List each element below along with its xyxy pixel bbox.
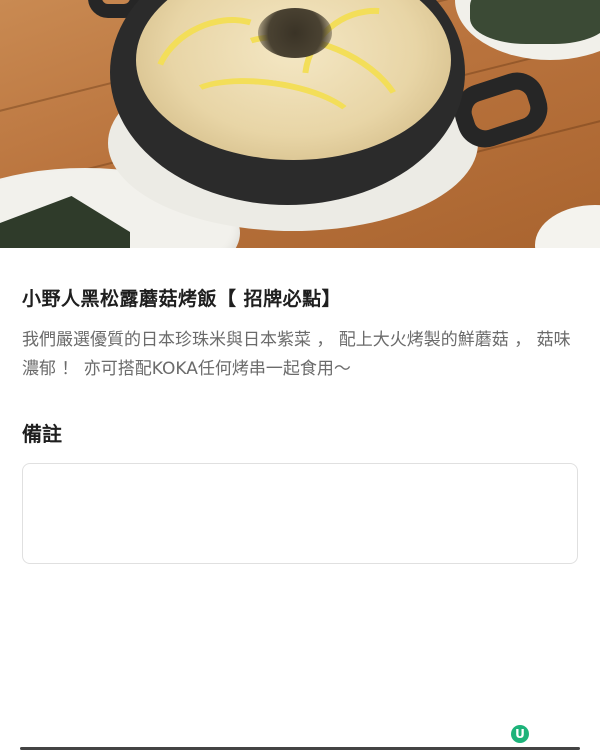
brand-logo-icon: U: [511, 725, 529, 743]
side-plate: [535, 205, 600, 248]
seaweed: [470, 0, 600, 44]
item-title: 小野人黑松露蘑菇烤飯【 招牌必點】: [22, 288, 342, 310]
item-description: 我們嚴選優質的日本珍珠米與日本紫菜 ， 配上大火烤製的鮮蘑菇 ， 菇味濃郁 ！ …: [22, 330, 571, 379]
remarks-input[interactable]: [22, 463, 578, 564]
dish-photo: [0, 0, 600, 248]
truffle-topping: [258, 8, 332, 58]
remarks-label: 備註: [22, 422, 62, 446]
